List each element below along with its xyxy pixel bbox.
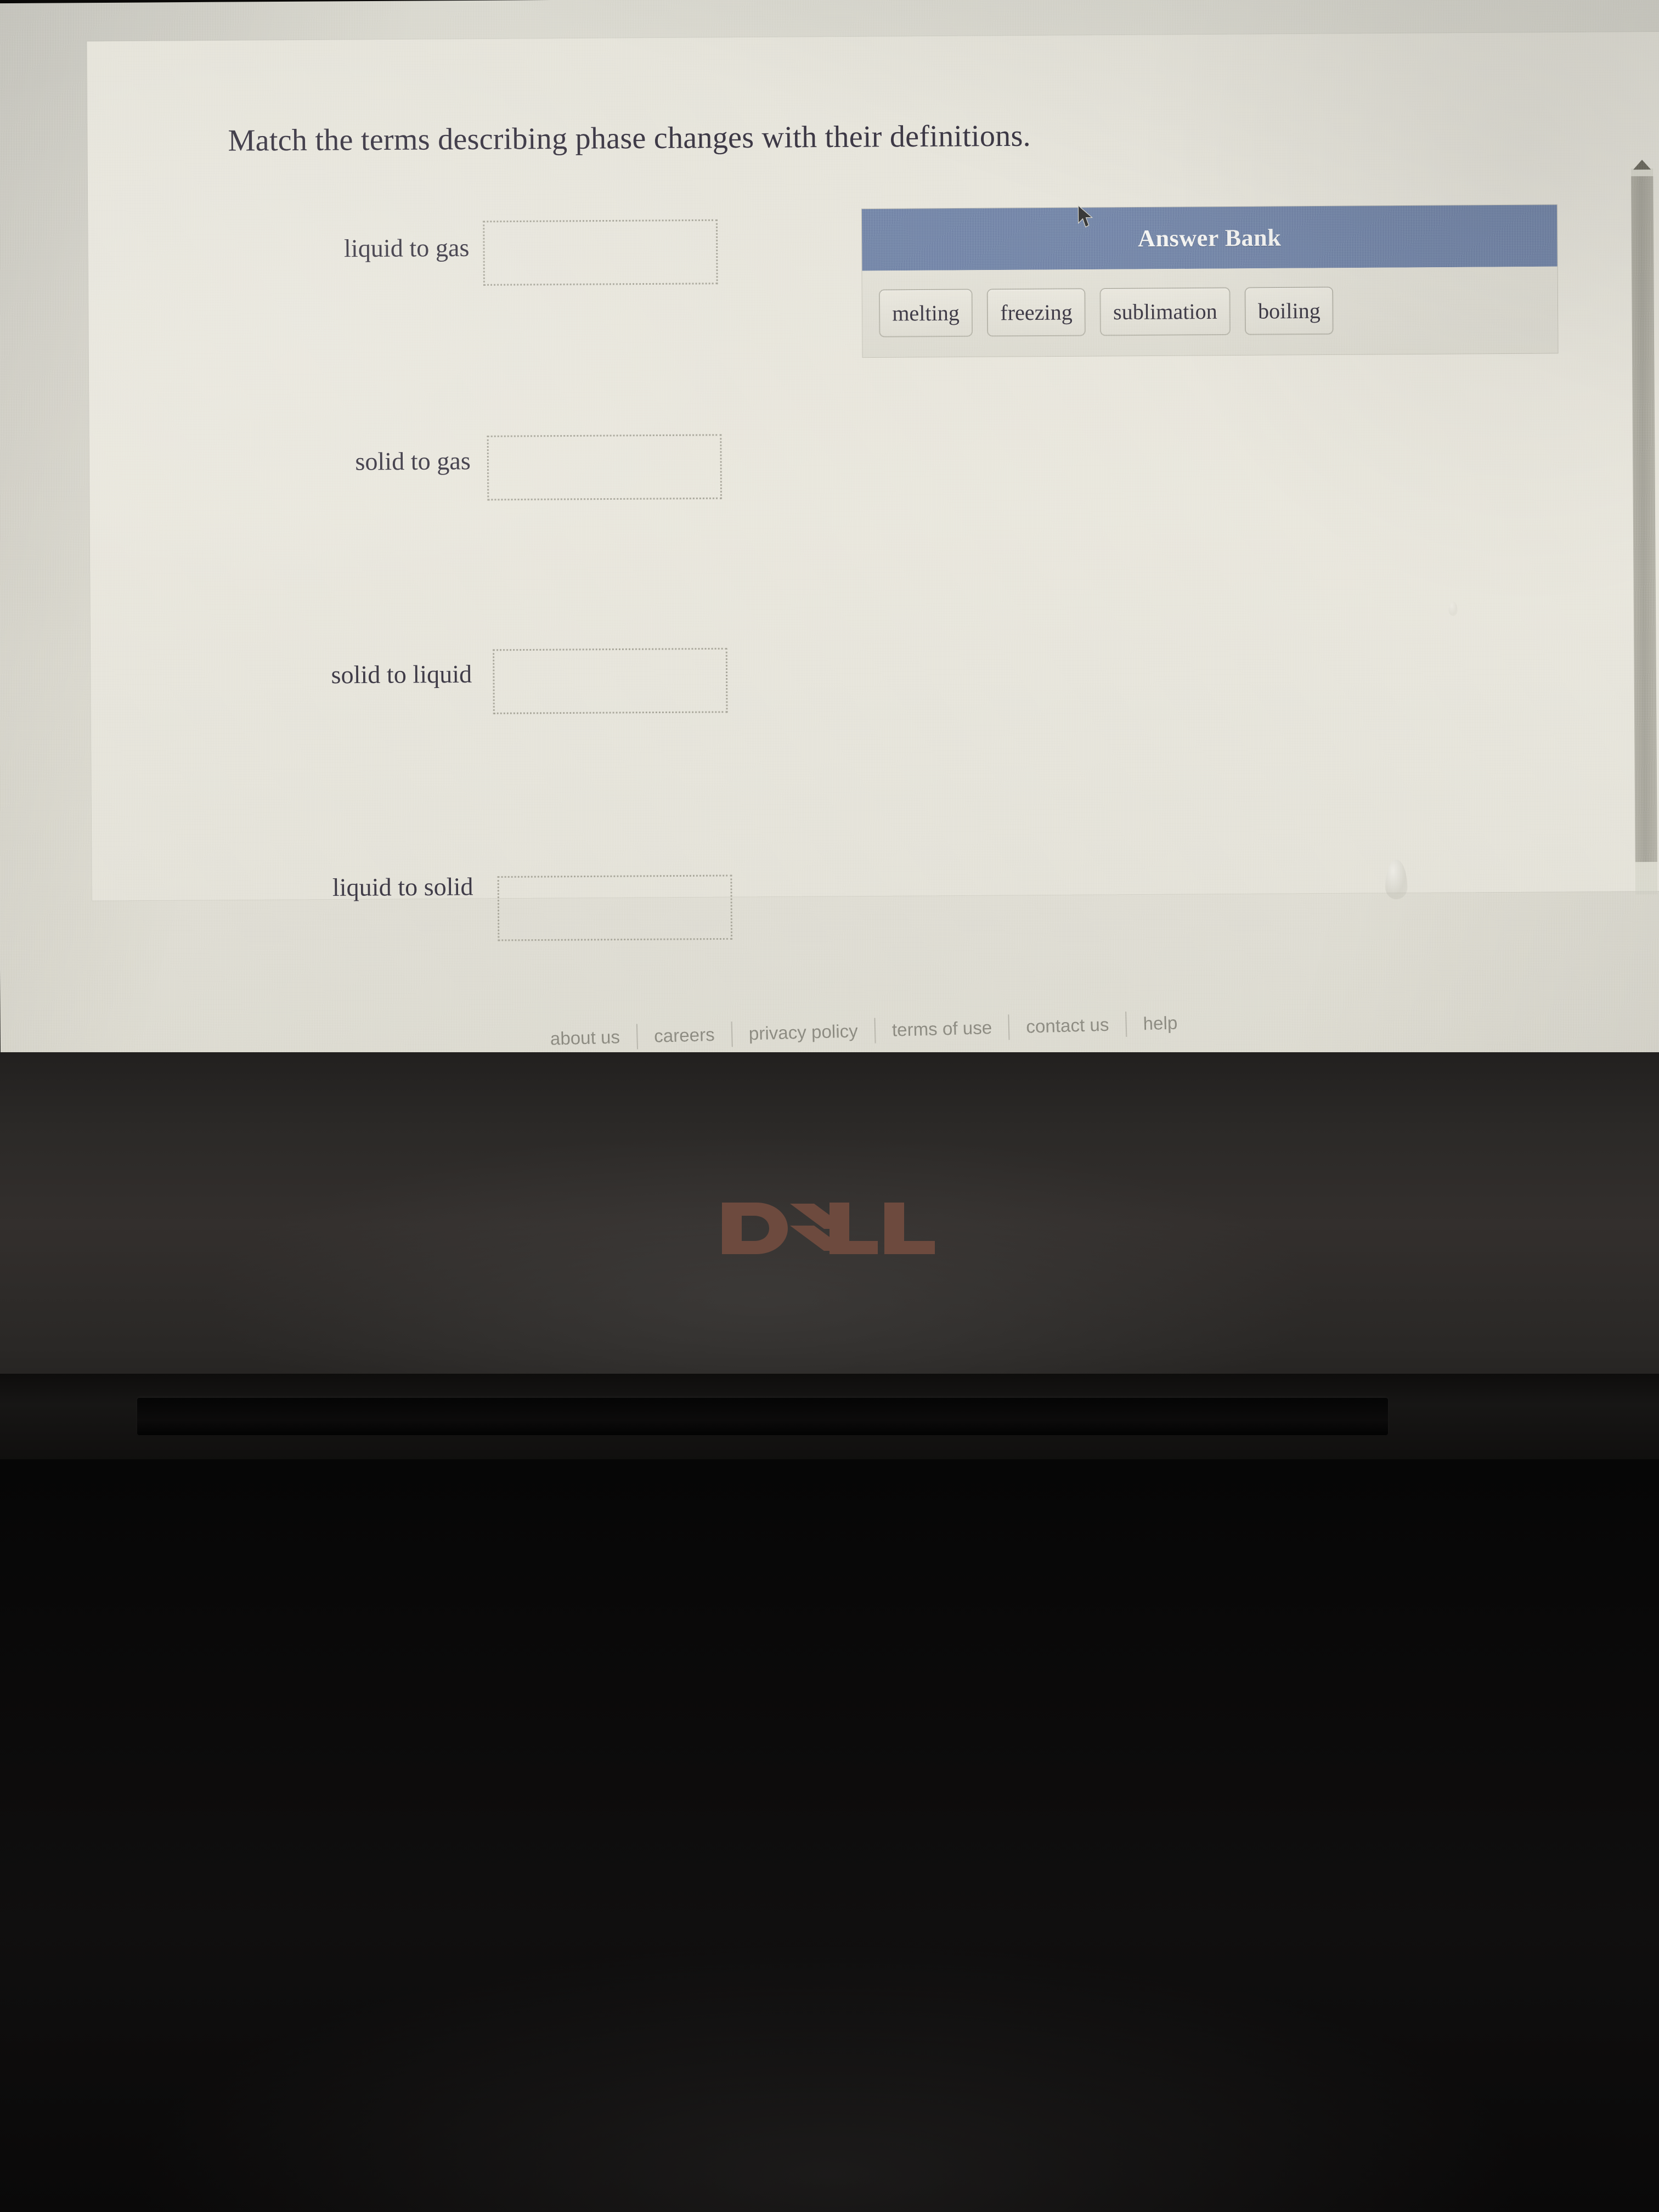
web-page: Match the terms describing phase changes…: [0, 0, 1659, 1065]
answer-bank-header: Answer Bank: [861, 205, 1558, 271]
dell-logo: [720, 1196, 939, 1261]
drop-zone-liquid-to-solid[interactable]: [497, 874, 733, 941]
scrollbar-thumb[interactable]: [1631, 176, 1657, 862]
match-row: solid to liquid: [228, 433, 780, 714]
term-label: liquid to gas: [343, 233, 470, 263]
drop-zone-solid-to-liquid[interactable]: [493, 647, 728, 714]
answer-chip-sublimation[interactable]: sublimation: [1099, 287, 1231, 336]
footer-link-privacy-policy[interactable]: privacy policy: [732, 1020, 874, 1045]
laptop-screen: Match the terms describing phase changes…: [0, 0, 1659, 1065]
answer-chip-melting[interactable]: melting: [878, 289, 973, 337]
match-row: liquid to gas: [227, 219, 778, 329]
page-title: Match the terms describing phase changes…: [228, 119, 1031, 158]
answer-bank-panel: Answer Bank melting freezing sublimation…: [861, 204, 1559, 358]
answer-chip-freezing[interactable]: freezing: [986, 288, 1086, 337]
footer-link-careers[interactable]: careers: [637, 1024, 732, 1047]
hinge-vent: [137, 1398, 1388, 1435]
laptop-photo: Match the terms describing phase changes…: [0, 0, 1659, 2212]
footer-link-help[interactable]: help: [1126, 1012, 1194, 1035]
answer-bank-title: Answer Bank: [1137, 224, 1282, 252]
triangle-up-icon[interactable]: [1633, 159, 1651, 170]
match-row: solid to gas: [228, 326, 779, 501]
matching-list: liquid to gas solid to gas solid to liqu…: [227, 219, 780, 941]
vertical-scrollbar[interactable]: [1631, 159, 1658, 895]
footer-link-terms-of-use[interactable]: terms of use: [875, 1017, 1008, 1041]
laptop-keyboard-deck: F6 F7 F8 F9: [0, 1459, 1659, 2212]
match-row: liquid to solid: [229, 539, 780, 941]
footer-link-about-us[interactable]: about us: [533, 1026, 636, 1049]
footer-link-contact-us[interactable]: contact us: [1009, 1014, 1126, 1037]
answer-chip-boiling[interactable]: boiling: [1244, 286, 1334, 335]
answer-bank-body: melting freezing sublimation boiling: [862, 266, 1558, 358]
term-label: solid to liquid: [331, 659, 472, 689]
term-label: liquid to solid: [332, 872, 473, 902]
footer: about us careers privacy policy terms of…: [533, 1010, 1194, 1052]
drop-zone-liquid-to-gas[interactable]: [483, 219, 718, 286]
